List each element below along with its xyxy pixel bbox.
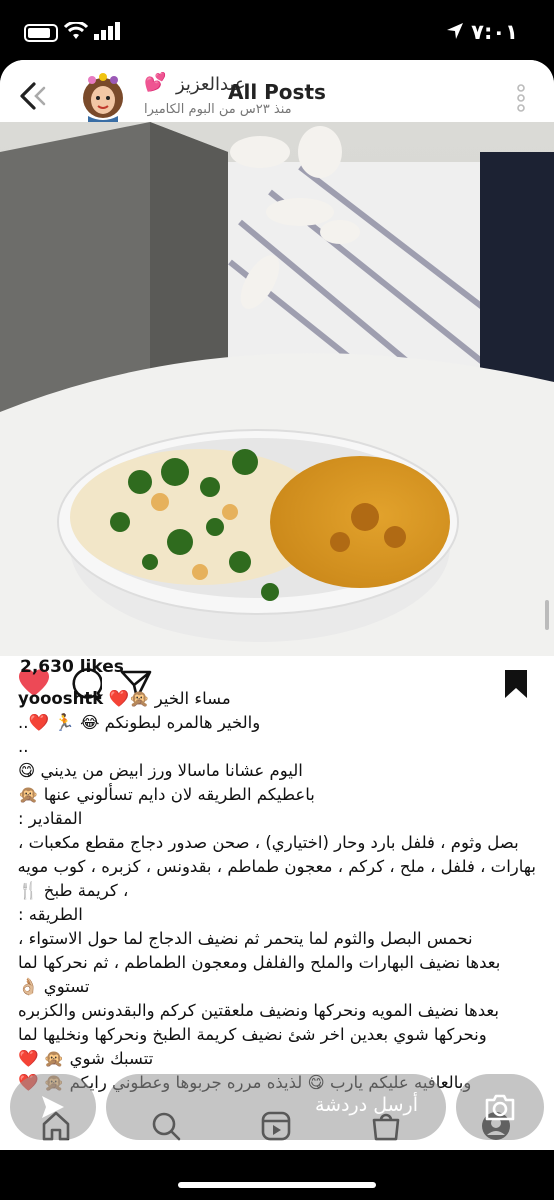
camera-icon — [485, 1094, 515, 1121]
page-title: All Posts — [228, 80, 326, 104]
post-screen: 💕 عبدالعزيز All Posts منذ ٢٣س من البوم ا… — [0, 60, 554, 1150]
status-bar: ٧:٠١ — [0, 0, 554, 60]
wifi-icon — [64, 22, 88, 39]
post-photo[interactable] — [0, 122, 554, 656]
caption-username[interactable]: yoooshtk — [18, 689, 103, 708]
caption-line: المقادير : — [18, 809, 83, 828]
caption-line: بصل وثوم ، فلفل بارد وحار (اختياري) ، صح… — [18, 833, 519, 852]
avatar[interactable] — [80, 70, 126, 122]
caption-line: بعدها نضيف البهارات والملح والفلفل ومعجو… — [18, 953, 501, 972]
chat-input[interactable]: أرسل دردشة — [106, 1074, 446, 1140]
post-header: 💕 عبدالعزيز All Posts منذ ٢٣س من البوم ا… — [0, 60, 554, 122]
caption-line: اليوم عشانا ماسالا ورز ابيض من يديني 😋 — [18, 761, 303, 780]
battery-icon — [24, 24, 58, 42]
location-arrow-icon — [447, 23, 463, 39]
like-count[interactable]: 2,630 likes — [20, 657, 124, 677]
caption-line: بهارات ، فلفل ، ملح ، كركم ، معجون طماطم… — [18, 857, 536, 876]
signal-icon — [94, 22, 120, 40]
caption-line: نحمس البصل والثوم لما يتحمر ثم نضيف الدج… — [18, 929, 473, 948]
camera-button[interactable] — [456, 1074, 544, 1140]
caption-line: بعدها نضيف المويه ونحركها ونضيف ملعقتين … — [18, 1001, 499, 1020]
food-photo-image — [0, 122, 554, 656]
status-time: ٧:٠١ — [471, 20, 518, 44]
chat-placeholder: أرسل دردشة — [314, 1094, 418, 1116]
post-caption: yoooshtk مساء الخير 🙊❤️ والخير هالمره لب… — [18, 687, 536, 1095]
caption-line: yoooshtk مساء الخير 🙊❤️ — [18, 687, 536, 711]
post-subtitle: منذ ٢٣س من البوم الكاميرا — [144, 102, 292, 117]
back-chevron-icon[interactable] — [16, 80, 48, 112]
home-indicator[interactable] — [178, 1182, 376, 1188]
caption-line: ونحركها شوي بعدين اخر شئ نضيف كريمة الطب… — [18, 1025, 487, 1044]
send-button[interactable] — [10, 1074, 96, 1140]
caption-line: والخير هالمره لبطونكم 😂 🏃 ❤️.. — [18, 713, 261, 732]
caption-text: مساء الخير 🙊❤️ — [108, 689, 231, 708]
caption-line: .. — [18, 737, 29, 756]
heart-emoji-icon: 💕 — [144, 72, 167, 93]
chat-overlay: أرسل دردشة — [0, 1060, 554, 1150]
caption-line: ، كريمة طبخ 🍴 — [18, 881, 129, 900]
caption-line: الطريقه : — [18, 905, 83, 924]
more-icon[interactable] — [514, 82, 528, 114]
caption-line: باعطيكم الطريقه لان دايم تسألوني عنها 🙊 — [18, 785, 315, 804]
caption-line: تستوي 👌🏼 — [18, 977, 90, 996]
scrollbar[interactable] — [545, 600, 549, 630]
send-icon — [42, 1096, 64, 1118]
